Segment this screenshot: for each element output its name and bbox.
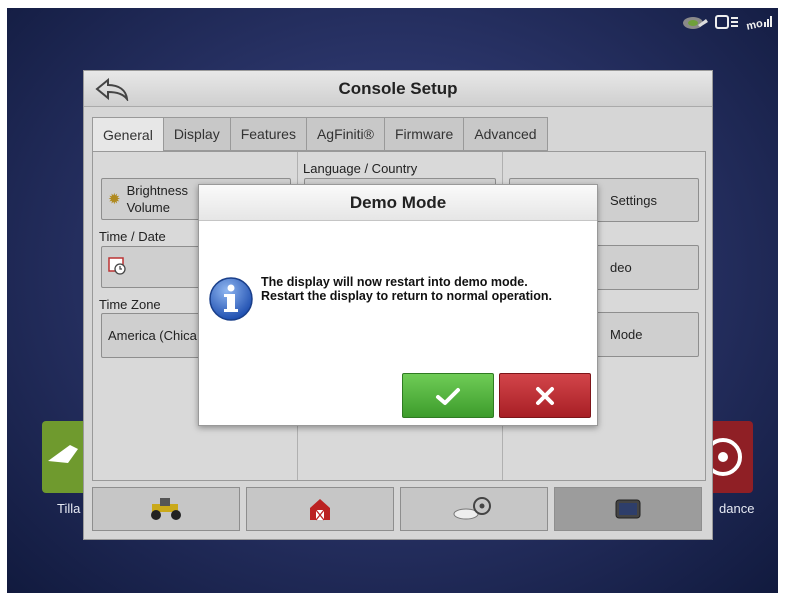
tab-general[interactable]: General — [92, 117, 164, 153]
screen: mo Tilla dance Console Setup General Dis… — [7, 8, 778, 593]
tab-bar: General Display Features AgFiniti® Firmw… — [92, 117, 548, 153]
dialog-message: The display will now restart into demo m… — [261, 275, 553, 303]
guidance-tile-label: dance — [719, 501, 755, 516]
tab-agfiniti[interactable]: AgFiniti® — [306, 117, 385, 151]
time-zone-label: Time Zone — [99, 297, 161, 312]
barn-icon — [310, 499, 330, 521]
console-title: Console Setup — [338, 78, 458, 98]
monitor-icon — [615, 499, 641, 519]
equipment-button[interactable] — [92, 487, 240, 531]
guidance-button[interactable] — [400, 487, 548, 531]
display-button[interactable] — [554, 487, 702, 531]
guidance-app-tile[interactable] — [704, 421, 753, 493]
tractor-icon — [151, 498, 181, 520]
demo-mode-dialog: Demo Mode The display will now restart i… — [198, 184, 598, 426]
status-bar: mo — [682, 12, 772, 32]
bottom-button-bar — [92, 487, 702, 531]
time-zone-value: America (Chica — [108, 328, 197, 343]
tillage-app-tile[interactable] — [42, 421, 88, 493]
wifi-signal-icon: mo — [746, 12, 772, 32]
tab-advanced[interactable]: Advanced — [464, 117, 548, 151]
cancel-button[interactable] — [499, 373, 591, 418]
steering-receiver-icon — [453, 497, 491, 520]
confirm-button[interactable] — [402, 373, 494, 418]
display-icon — [714, 12, 740, 32]
close-icon — [536, 386, 554, 405]
console-title-bar: Console Setup — [84, 71, 712, 107]
tab-display[interactable]: Display — [163, 117, 231, 151]
tillage-tile-label: Tilla — [57, 501, 81, 516]
mode-label: Mode — [610, 327, 643, 342]
info-icon — [207, 275, 255, 323]
gps-status-icon — [682, 12, 708, 32]
svg-text:mo: mo — [746, 18, 764, 31]
farm-button[interactable] — [246, 487, 394, 531]
time-date-label: Time / Date — [99, 229, 166, 244]
checkmark-icon — [436, 387, 460, 405]
dialog-title: Demo Mode — [199, 185, 597, 221]
tab-features[interactable]: Features — [230, 117, 307, 151]
tab-firmware[interactable]: Firmware — [384, 117, 465, 151]
back-arrow-icon — [95, 77, 129, 101]
settings-label: Settings — [610, 192, 657, 208]
brightness-icon: ✹ — [108, 191, 121, 208]
calendar-clock-icon — [108, 256, 128, 279]
video-label: deo — [610, 260, 632, 275]
back-button[interactable] — [90, 75, 134, 103]
language-country-label: Language / Country — [303, 161, 418, 176]
brightness-volume-label: Brightness Volume — [126, 183, 188, 215]
